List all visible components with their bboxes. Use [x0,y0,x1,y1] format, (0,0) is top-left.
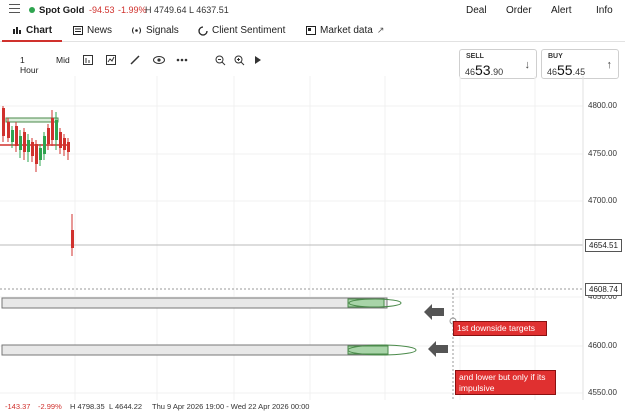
status-change: -143.37 [5,402,31,411]
tab-market-data-label: Market data [320,25,373,36]
annotation-first-target[interactable]: 1st downside targets [453,321,547,336]
buy-arrow-icon: ↑ [606,59,613,71]
tab-client-sentiment-label: Client Sentiment [212,25,286,36]
current-price-tag: 4654.51 [585,239,622,252]
status-change-pct: -2.99% [38,402,62,411]
candlestick-icon [13,27,21,34]
tab-market-data[interactable]: Market data ↗ [306,25,384,36]
zoom-out-icon[interactable] [215,55,226,66]
market-open-indicator [29,7,35,13]
tab-bar: Chart News Signals Client Sentiment Mark… [0,21,625,42]
annotation-lower-target[interactable]: and lower but only if its impulsive [455,370,556,396]
price-chart[interactable] [0,76,625,400]
price-type-selector[interactable]: Mid [56,55,70,65]
instrument-change: -94.53 [89,5,115,15]
menu-icon[interactable] [9,4,20,14]
downside-target-zone-2 [1,344,417,356]
y-tick-label: 4700.00 [588,196,617,205]
market-data-icon [306,26,316,35]
deal-button[interactable]: Deal [466,5,487,16]
top-bar: Spot Gold -94.53 -1.99% H 4749.64 L 4637… [0,0,625,20]
order-button[interactable]: Order [506,5,532,16]
visibility-eye-icon[interactable] [153,56,165,64]
downside-target-zone-1 [1,297,402,309]
tab-chart-label: Chart [26,25,53,36]
consolidation-box-top [5,117,59,123]
y-tick-label: 4750.00 [588,149,617,158]
y-tick-label: 4800.00 [588,101,617,110]
tab-chart[interactable]: Chart [12,25,52,36]
y-tick-label: 4550.00 [588,388,617,397]
tab-signals[interactable]: Signals [131,25,179,36]
draw-pencil-icon[interactable] [130,55,140,65]
instrument-change-pct: -1.99% [118,5,147,15]
candles [2,106,74,256]
status-high: H 4798.35 [70,402,105,411]
sell-arrow-icon: ↓ [524,59,531,71]
indicators-icon[interactable] [106,55,116,65]
alert-button[interactable]: Alert [551,5,572,16]
sell-button[interactable]: SELL 4653.90 ↓ [459,49,537,79]
tab-client-sentiment[interactable]: Client Sentiment [198,25,285,36]
chart-type-icon[interactable] [83,55,93,65]
scroll-to-latest-icon[interactable] [254,55,262,65]
status-low: L 4644.22 [109,402,143,411]
status-range: Thu 9 Apr 2026 19:00 - Wed 22 Apr 2026 0… [152,402,310,411]
interval-selector[interactable]: 1 Hour [20,55,38,75]
sell-label: SELL [466,53,484,60]
chart-status-bar: -143.37 -2.99% H 4798.35 L 4644.22 Thu 9… [0,401,625,413]
tab-signals-label: Signals [146,25,179,36]
sentiment-icon [198,25,208,36]
external-link-icon: ↗ [376,25,385,35]
instrument-name: Spot Gold [39,5,85,16]
zoom-in-icon[interactable] [234,55,245,66]
buy-button[interactable]: BUY 4655.45 ↑ [541,49,619,79]
tab-news[interactable]: News [73,25,112,36]
signal-icon [132,27,141,34]
buy-label: BUY [548,53,563,60]
info-button[interactable]: Info [596,5,613,16]
target-arrow-icon [428,341,448,357]
tab-news-label: News [87,25,113,36]
active-tab-indicator [2,40,62,42]
news-icon [73,26,83,35]
y-tick-label: 4600.00 [588,341,617,350]
target-arrow-icon [424,304,444,320]
crosshair-price-tag: 4608.74 [585,283,622,296]
instrument-high-low: H 4749.64 L 4637.51 [145,5,229,15]
more-options-icon[interactable] [176,58,188,62]
